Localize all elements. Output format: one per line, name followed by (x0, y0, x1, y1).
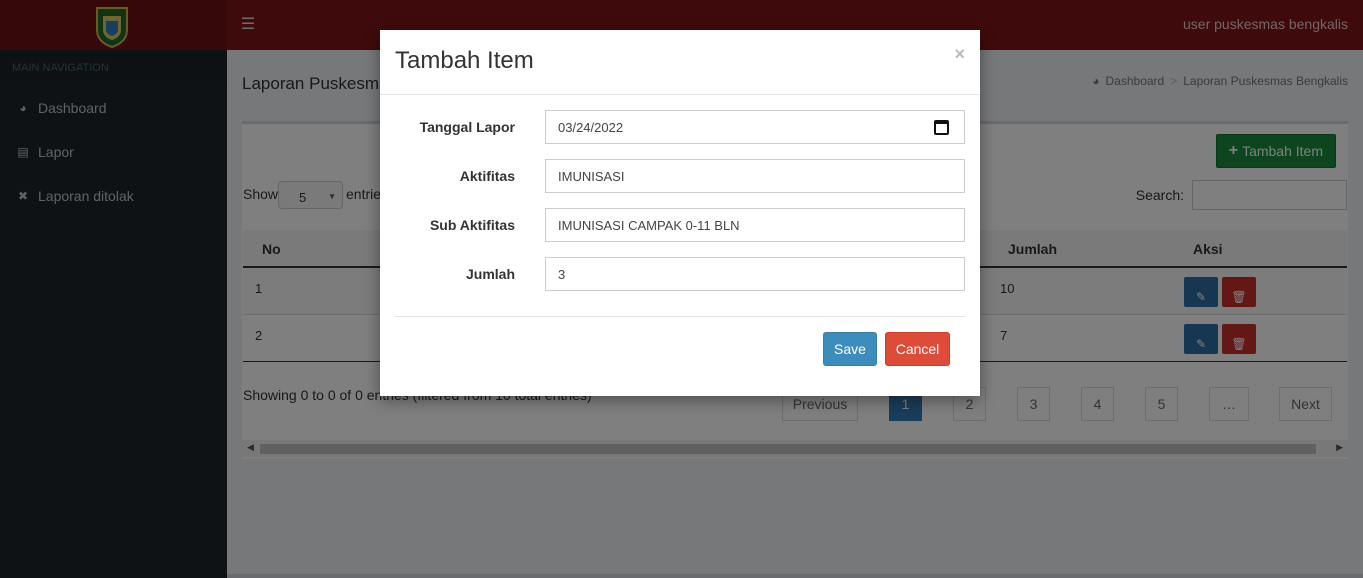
save-button[interactable]: Save (823, 332, 877, 366)
aktifitas-label: Aktifitas (459, 168, 515, 184)
form-row-aktifitas: Aktifitas IMUNISASI (395, 159, 965, 193)
aktifitas-input[interactable]: IMUNISASI (545, 159, 965, 193)
form-row-jumlah: Jumlah 3 (395, 257, 965, 291)
sub-aktifitas-value: IMUNISASI CAMPAK 0-11 BLN (558, 218, 740, 233)
form-row-tanggal-lapor: Tanggal Lapor 03/24/2022 (395, 110, 965, 144)
aktifitas-value: IMUNISASI (558, 169, 625, 184)
tanggal-lapor-label: Tanggal Lapor (419, 119, 515, 135)
modal-title: Tambah Item (395, 47, 534, 74)
add-item-modal: Tambah Item × Tanggal Lapor 03/24/2022 A… (380, 30, 980, 396)
tanggal-lapor-input[interactable]: 03/24/2022 (545, 110, 965, 144)
jumlah-label: Jumlah (465, 266, 515, 282)
jumlah-input[interactable]: 3 (545, 257, 965, 291)
modal-footer-divider (395, 316, 965, 317)
sub-aktifitas-input[interactable]: IMUNISASI CAMPAK 0-11 BLN (545, 208, 965, 242)
modal-header: Tambah Item × (380, 30, 980, 95)
calendar-icon[interactable] (934, 120, 949, 135)
cancel-button[interactable]: Cancel (885, 332, 950, 366)
form-row-sub-aktifitas: Sub Aktifitas IMUNISASI CAMPAK 0-11 BLN (395, 208, 965, 242)
tanggal-lapor-value: 03/24/2022 (558, 120, 624, 135)
jumlah-value: 3 (558, 267, 566, 282)
close-icon[interactable]: × (954, 44, 965, 65)
sub-aktifitas-label: Sub Aktifitas (429, 217, 515, 233)
